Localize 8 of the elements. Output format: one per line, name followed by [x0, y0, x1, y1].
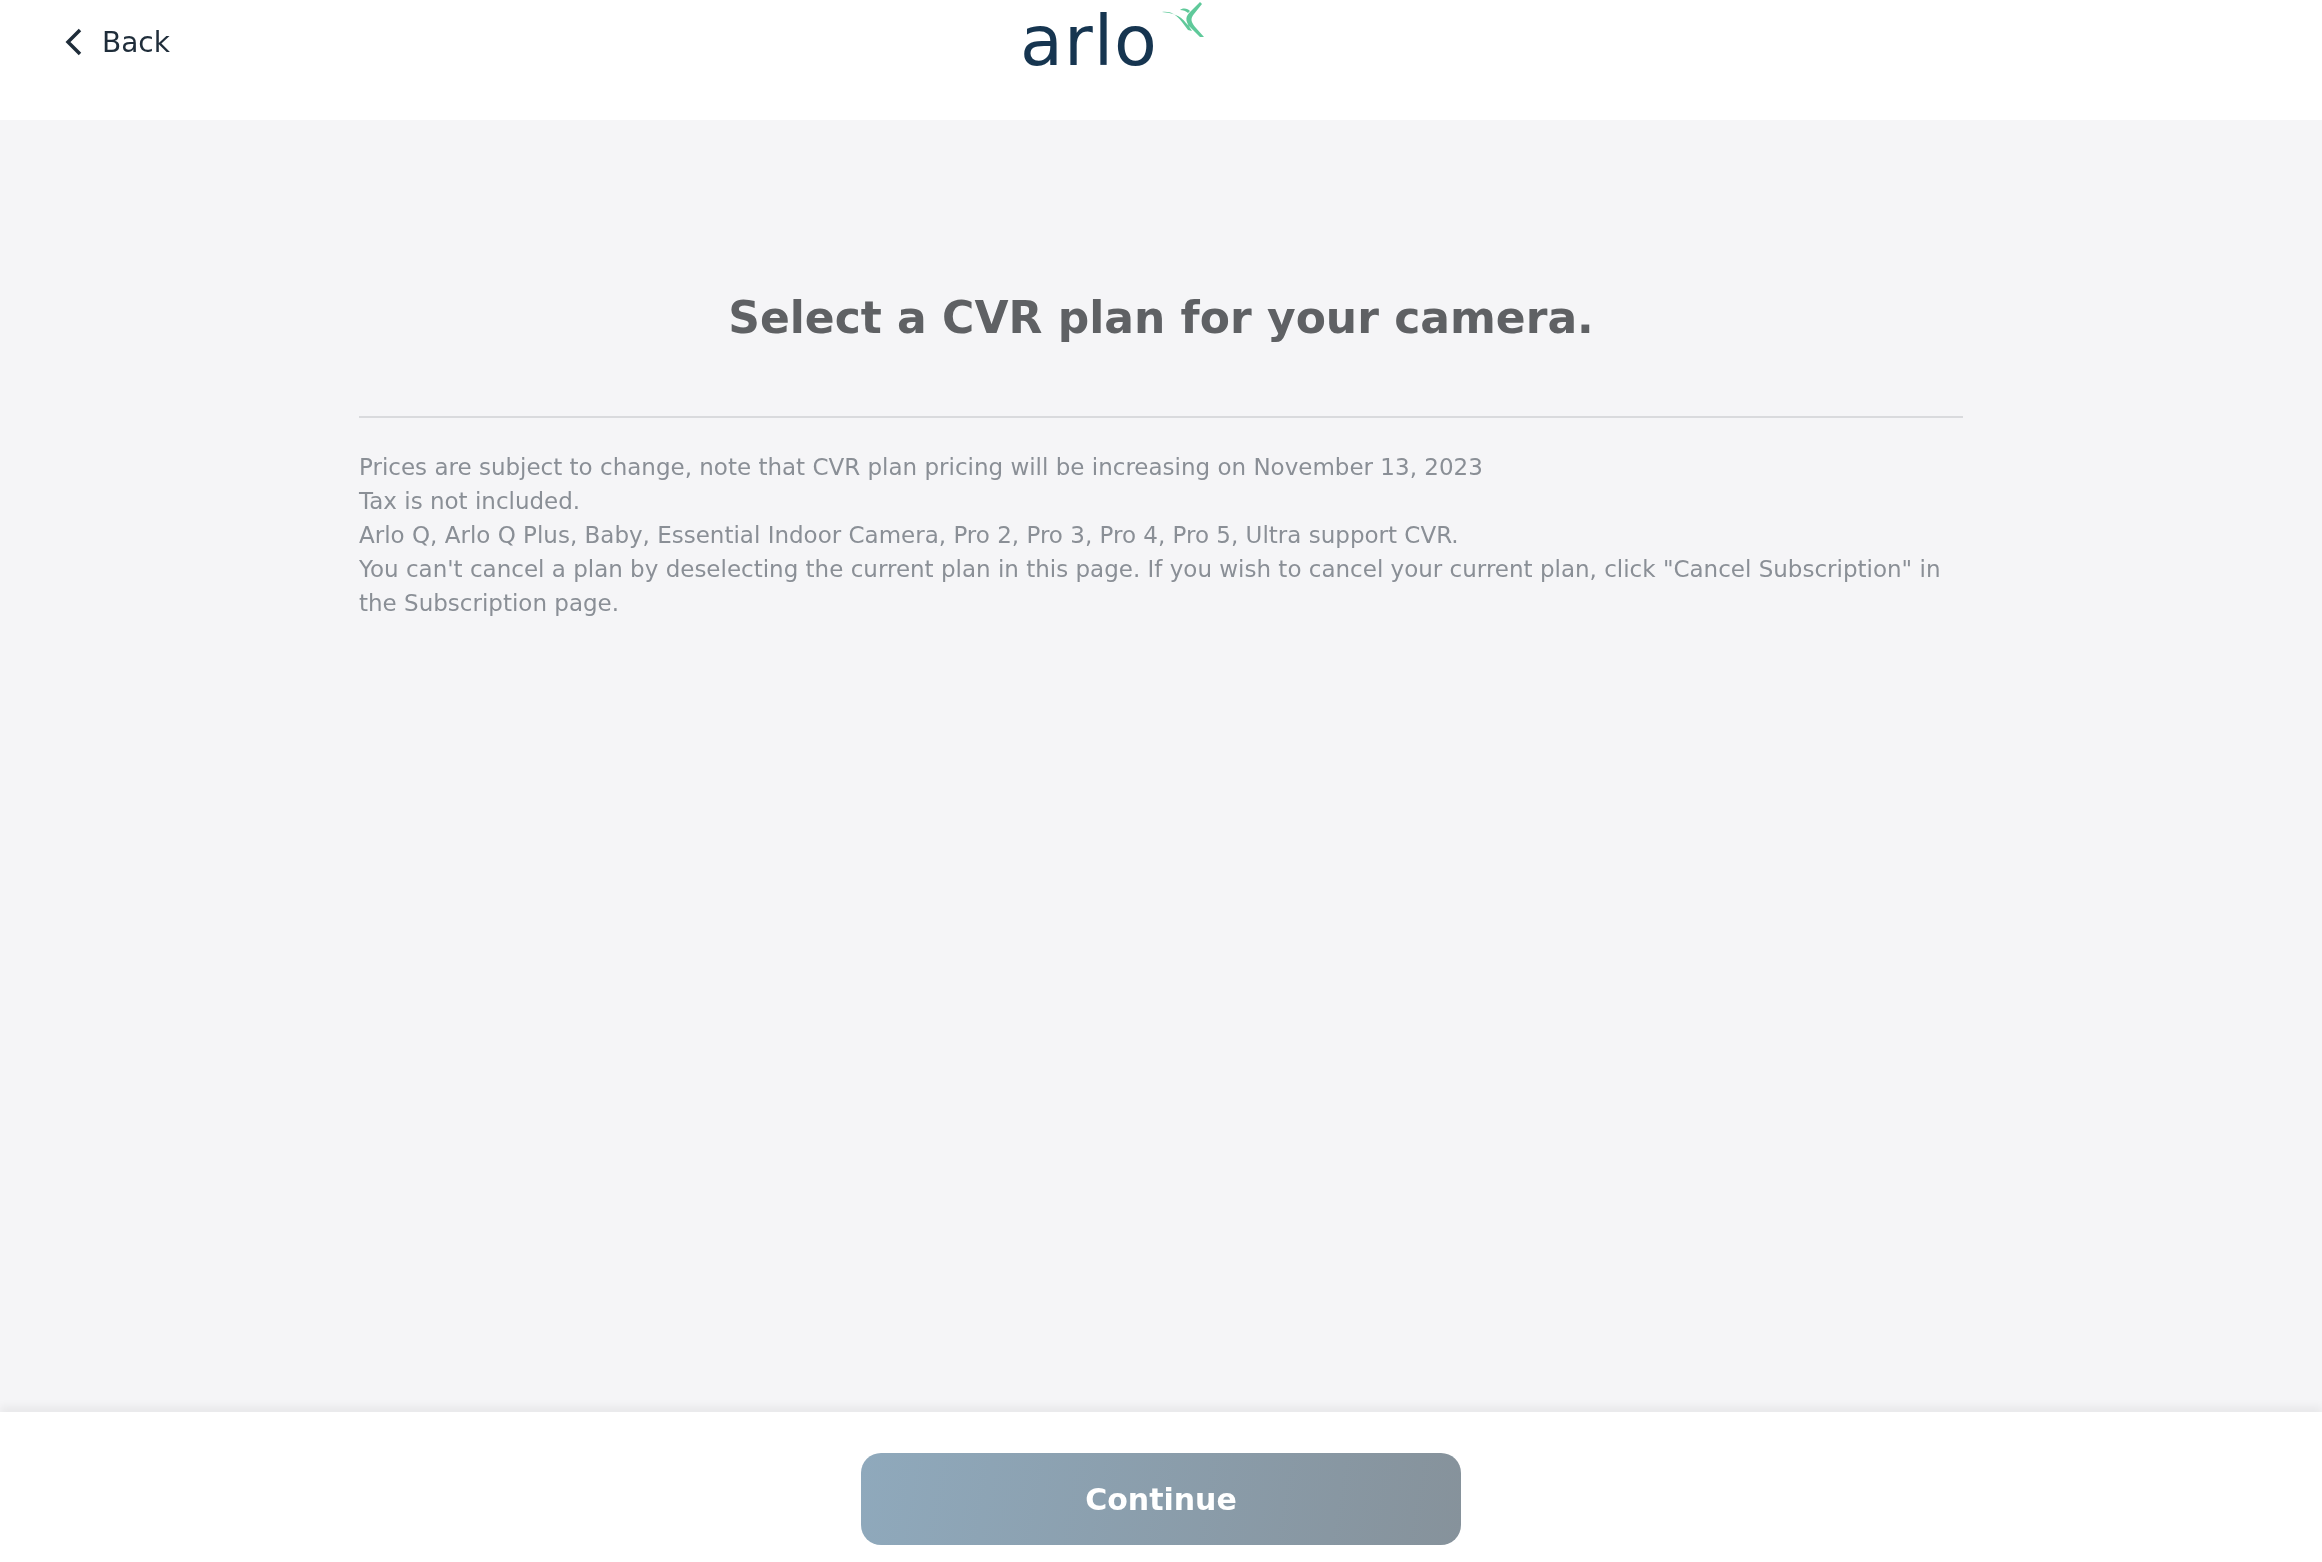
- chevron-left-icon: [64, 28, 84, 56]
- page-title: Select a CVR plan for your camera.: [728, 291, 1594, 345]
- note-text: You can't cancel a plan by deselecting the current plan in this page. If you wish to cancel your current plan, click "Cancel Subscription" in the Subscription page.: [359, 555, 1942, 618]
- note-text: Tax is not included.: [359, 487, 582, 516]
- note-text: Arlo Q, Arlo Q Plus, Baby, Essential Indoor Camera, Pro 2, Pro 3, Pro 4, Pro 5, Ultra support CVR.: [359, 521, 1460, 550]
- logo-wordmark: arlo: [1020, 6, 1158, 76]
- back-link[interactable]: Back: [64, 26, 170, 58]
- note-text: Prices are subject to change, note that CVR plan pricing will be increasing on November 13, 2023: [359, 453, 1484, 482]
